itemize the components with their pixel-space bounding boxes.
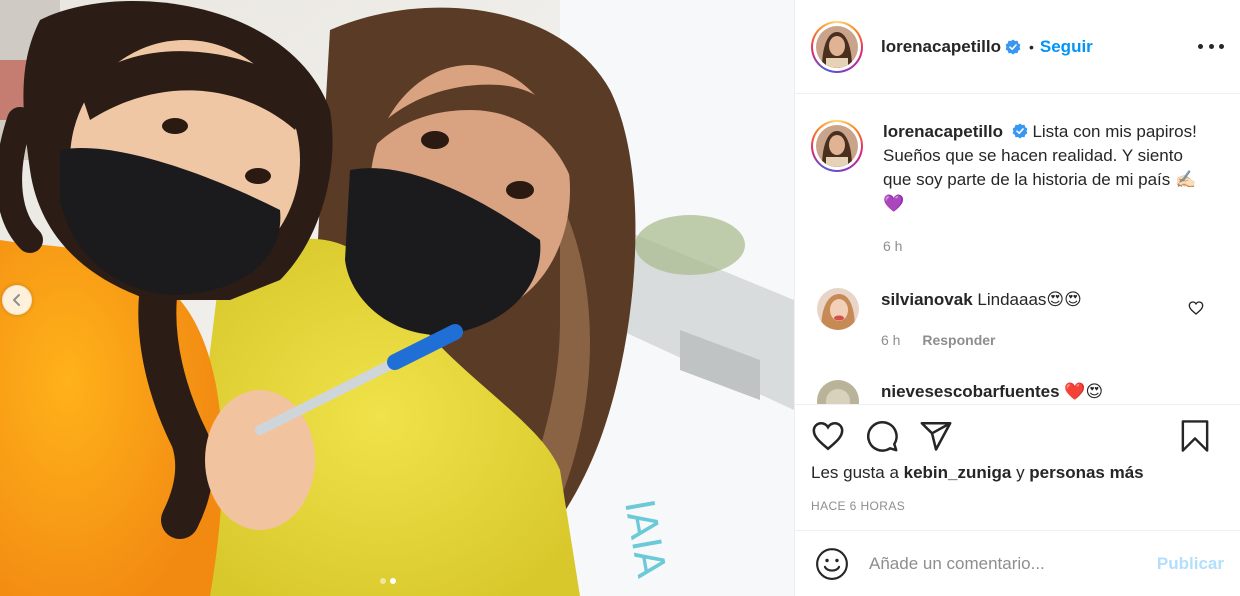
author-avatar[interactable] xyxy=(811,20,863,73)
author-username[interactable]: lorenacapetillo xyxy=(881,37,1001,57)
commenter-avatar[interactable] xyxy=(817,380,859,404)
post-header: lorenacapetillo • Seguir xyxy=(795,0,1240,94)
avatar-image xyxy=(816,125,858,167)
bookmark-icon[interactable] xyxy=(1180,419,1210,453)
avatar-image xyxy=(817,288,859,330)
verified-icon xyxy=(1005,39,1021,54)
comment-icon[interactable] xyxy=(865,419,899,453)
selfie-photo: IAIA xyxy=(0,0,794,596)
caption-username[interactable]: lorenacapetillo xyxy=(883,122,1003,141)
comment-like-heart-icon[interactable] xyxy=(1188,300,1204,316)
carousel-indicator xyxy=(380,578,396,584)
avatar-image xyxy=(816,25,858,68)
previous-photo-button[interactable] xyxy=(2,285,32,315)
comment-time[interactable]: 6 h xyxy=(881,332,900,348)
comment-username[interactable]: silvianovak xyxy=(881,290,973,309)
carousel-dot-active xyxy=(390,578,396,584)
reply-button[interactable]: Responder xyxy=(922,332,995,348)
share-icon[interactable] xyxy=(919,419,953,453)
header-separator: • xyxy=(1028,38,1034,55)
follow-button[interactable]: Seguir xyxy=(1040,37,1093,57)
chevron-left-icon xyxy=(13,294,20,306)
comment-input[interactable] xyxy=(869,553,1157,574)
post-timestamp[interactable]: HACE 6 HORAS xyxy=(811,499,1224,527)
comment-text: Lindaaas😍😍 xyxy=(977,290,1082,309)
more-icon xyxy=(1198,43,1203,49)
caption-time[interactable]: 6 h xyxy=(883,234,1203,258)
caption-avatar[interactable] xyxy=(811,120,863,172)
comment-composer: Publicar xyxy=(795,530,1240,596)
carousel-dot xyxy=(380,578,386,584)
comment-text: ❤️😍 xyxy=(1064,382,1104,401)
commenter-avatar[interactable] xyxy=(817,288,859,330)
verified-icon xyxy=(1012,123,1028,139)
emoji-icon[interactable] xyxy=(815,547,849,581)
post-actions: Les gusta a kebin_zuniga y personas más … xyxy=(795,404,1240,527)
comment-item: nievesescobarfuentes ❤️😍 xyxy=(811,380,1224,404)
heart-icon[interactable] xyxy=(811,419,845,453)
post-side-panel: lorenacapetillo • Seguir lorenacapetillo… xyxy=(794,0,1240,596)
instagram-post: IAIA lorenacapetillo • Seguir lorenacape… xyxy=(0,0,1240,596)
avatar-image xyxy=(817,380,859,404)
publish-button[interactable]: Publicar xyxy=(1157,554,1224,574)
caption: lorenacapetillo Lista con mis papiros! S… xyxy=(811,94,1224,258)
comments-list[interactable]: lorenacapetillo Lista con mis papiros! S… xyxy=(795,94,1240,404)
comment-item: silvianovak Lindaaas😍😍 6 h Responder xyxy=(811,288,1224,352)
more-options-button[interactable] xyxy=(1198,36,1224,56)
comment-username[interactable]: nievesescobarfuentes xyxy=(881,382,1060,401)
post-photo[interactable]: IAIA xyxy=(0,0,794,596)
